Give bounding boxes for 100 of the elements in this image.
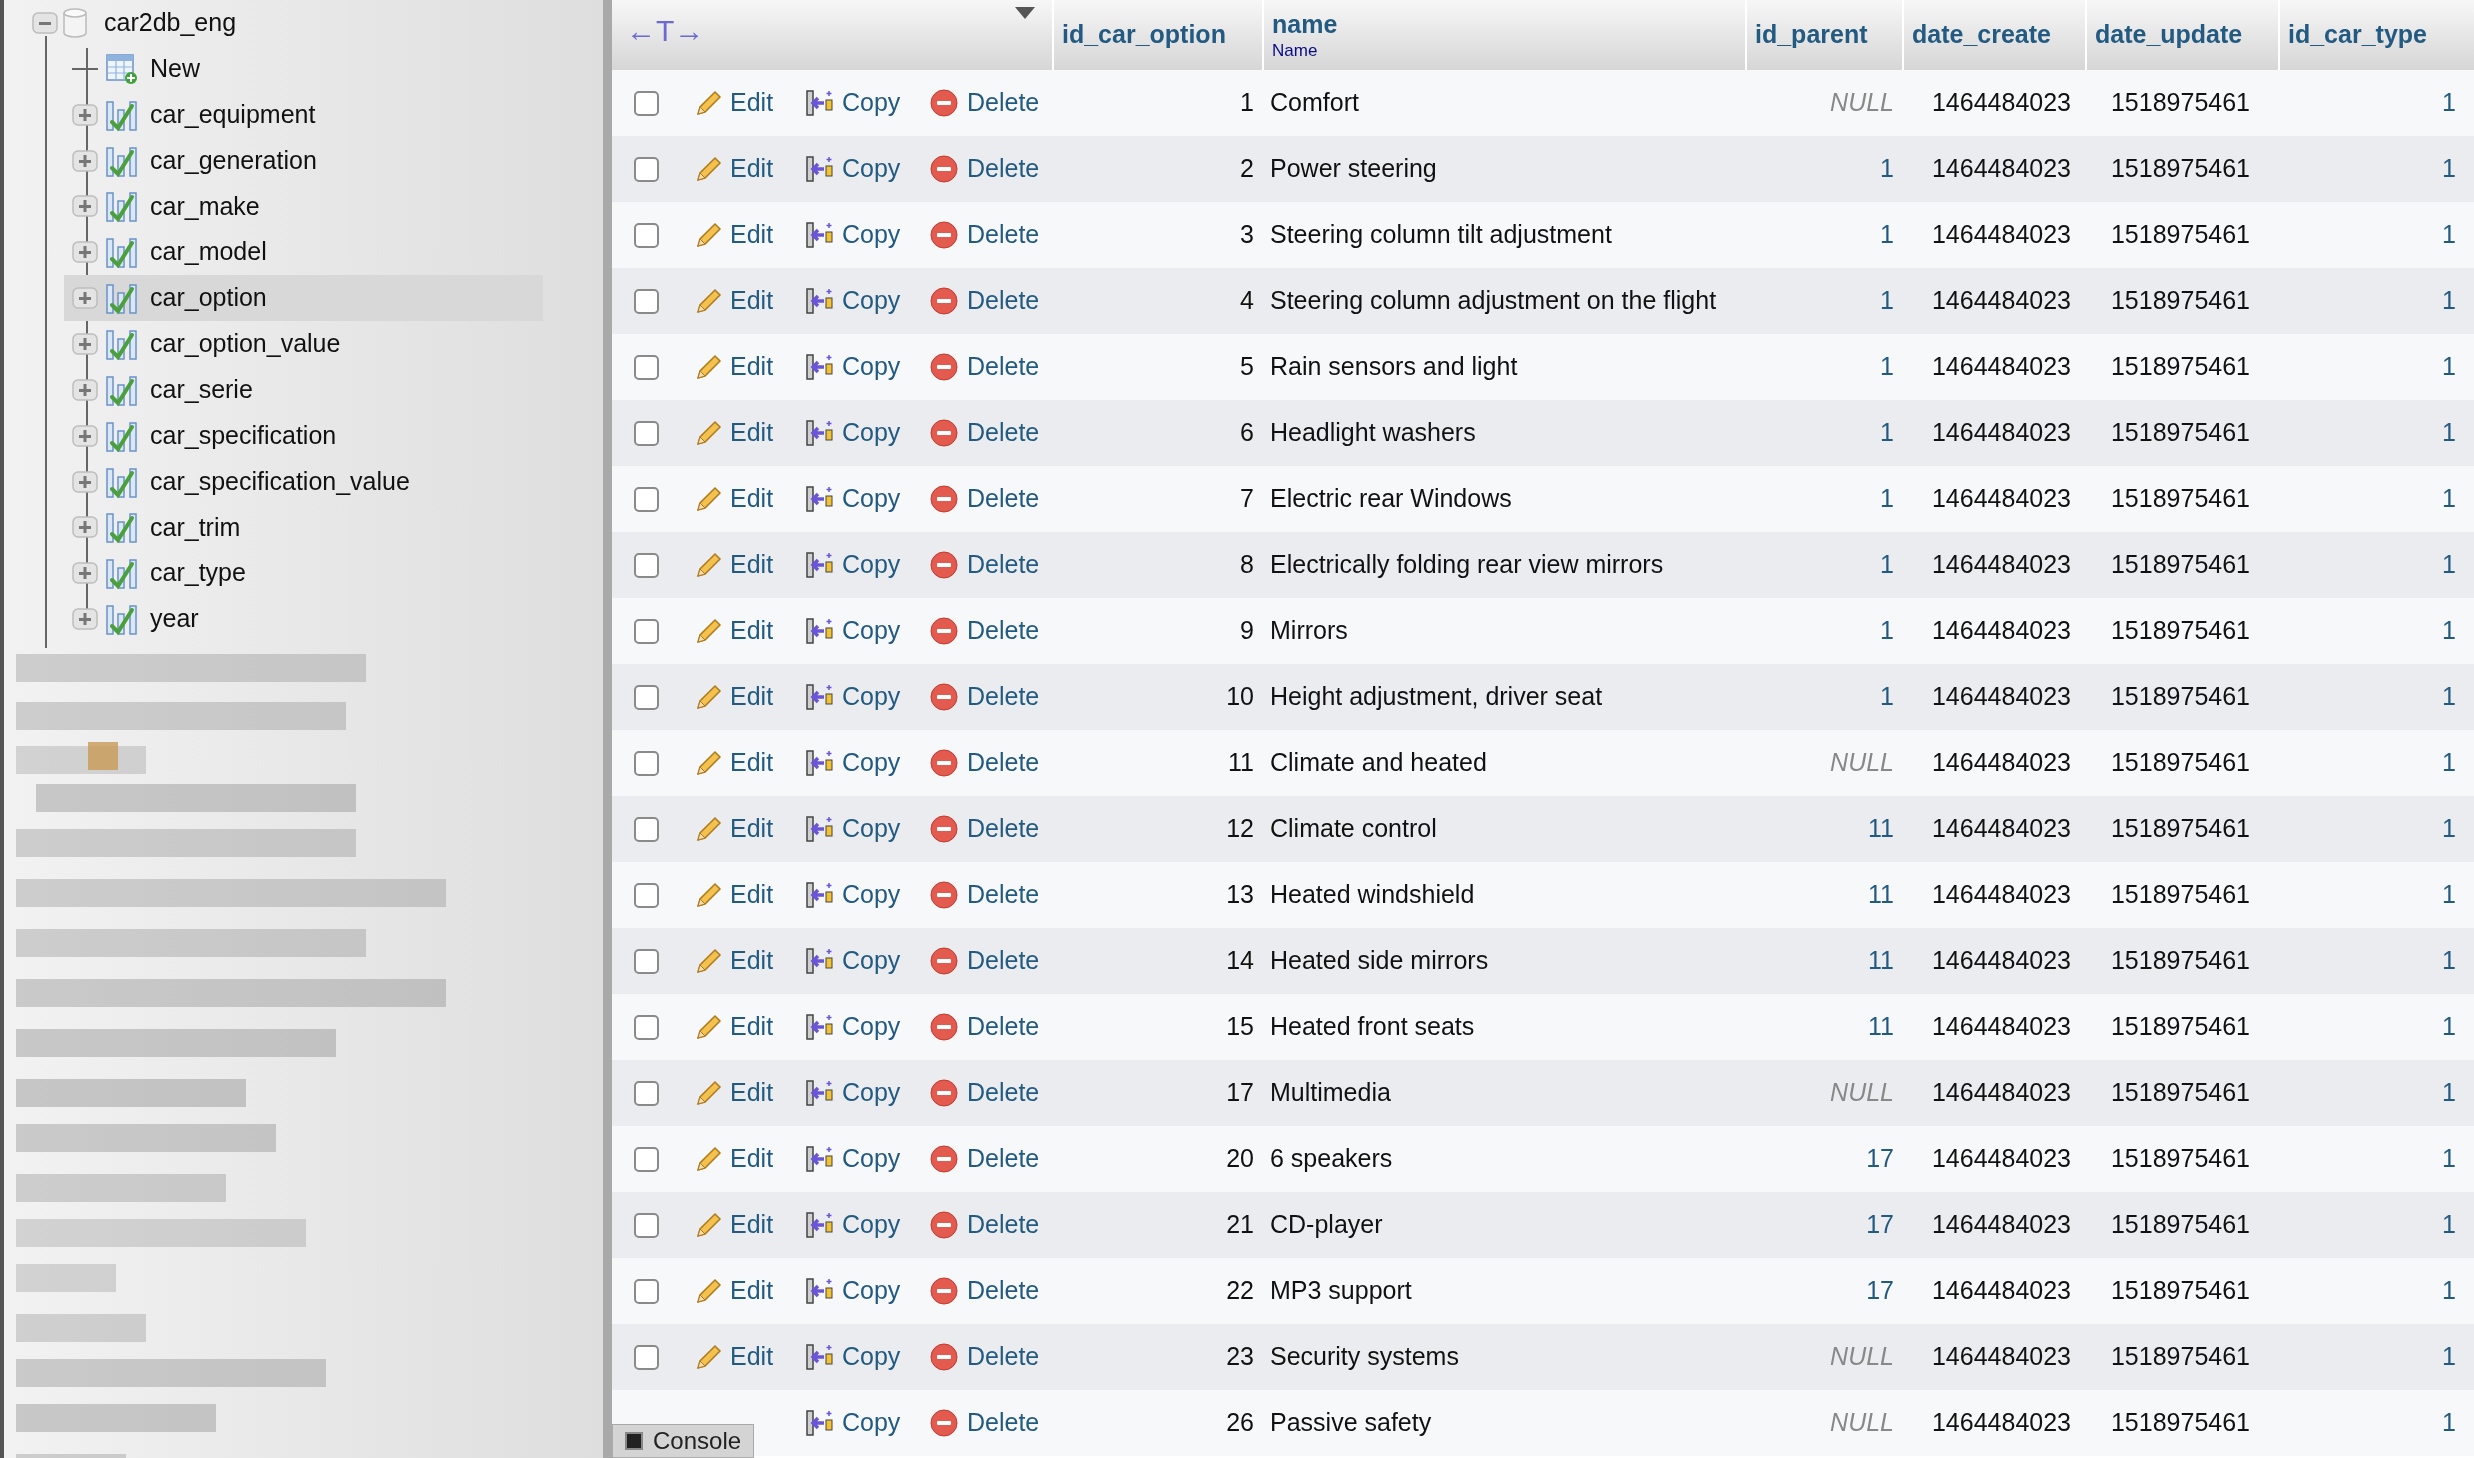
copy-link[interactable]: Copy [842,1008,901,1046]
column-toggle[interactable]: ←T→ [626,7,705,53]
delete-link[interactable]: Delete [967,1404,1040,1442]
table-link[interactable]: car_specification_value [150,462,410,501]
table-link[interactable]: car_generation [150,141,317,180]
row-checkbox[interactable] [633,618,659,644]
row-checkbox[interactable] [633,816,659,842]
row-checkbox[interactable] [633,1014,659,1040]
row-checkbox[interactable] [633,354,659,380]
table-link[interactable]: car_trim [150,508,241,547]
expand-icon[interactable] [72,195,98,218]
type-id-link[interactable]: 1 [2442,876,2456,914]
copy-link[interactable]: Copy [842,414,901,452]
table-link[interactable]: car_type [150,554,246,592]
dropdown-icon[interactable] [1014,6,1036,20]
row-checkbox[interactable] [633,486,659,512]
delete-link[interactable]: Delete [967,612,1040,650]
type-id-link[interactable]: 1 [2442,546,2456,584]
column-header[interactable]: name [1272,8,1737,40]
console-button[interactable]: Console [612,1424,755,1458]
type-id-link[interactable]: 1 [2442,216,2456,254]
copy-link[interactable]: Copy [842,216,901,254]
parent-id-link[interactable]: 1 [1880,348,1894,386]
expand-icon[interactable] [72,516,98,539]
table-link[interactable]: car_option [150,279,267,317]
edit-link[interactable]: Edit [730,612,774,650]
type-id-link[interactable]: 1 [2442,612,2456,650]
type-id-link[interactable]: 1 [2442,414,2456,452]
type-id-link[interactable]: 1 [2442,1338,2456,1376]
copy-link[interactable]: Copy [842,150,901,188]
table-link[interactable]: car_specification [150,416,337,455]
edit-link[interactable]: Edit [730,744,774,782]
expand-icon[interactable] [72,424,98,447]
database-name[interactable]: car2db_eng [104,4,237,42]
expand-icon[interactable] [72,562,98,585]
row-checkbox[interactable] [633,882,659,908]
edit-link[interactable]: Edit [730,1074,774,1112]
copy-link[interactable]: Copy [842,480,901,518]
type-id-link[interactable]: 1 [2442,1206,2456,1244]
parent-id-link[interactable]: 1 [1880,150,1894,188]
expand-icon[interactable] [72,241,98,264]
edit-link[interactable]: Edit [730,1338,774,1376]
edit-link[interactable]: Edit [730,480,774,518]
delete-link[interactable]: Delete [967,1338,1040,1376]
type-id-link[interactable]: 1 [2442,1404,2456,1442]
copy-link[interactable]: Copy [842,282,901,320]
column-header[interactable]: date_create [1912,19,2077,51]
row-checkbox[interactable] [633,420,659,446]
collapse-icon[interactable] [32,11,58,34]
column-header[interactable]: id_parent [1755,19,1894,51]
edit-link[interactable]: Edit [730,810,774,848]
delete-link[interactable]: Delete [967,480,1040,518]
parent-id-link[interactable]: 11 [1868,876,1894,914]
expand-icon[interactable] [72,287,98,310]
type-id-link[interactable]: 1 [2442,1008,2456,1046]
edit-link[interactable]: Edit [730,876,774,914]
parent-id-link[interactable]: 17 [1866,1140,1894,1178]
expand-icon[interactable] [72,103,98,126]
parent-id-link[interactable]: 1 [1880,282,1894,320]
copy-link[interactable]: Copy [842,612,901,650]
type-id-link[interactable]: 1 [2442,348,2456,386]
delete-link[interactable]: Delete [967,282,1040,320]
copy-link[interactable]: Copy [842,546,901,584]
edit-link[interactable]: Edit [730,1206,774,1244]
parent-id-link[interactable]: 11 [1868,1008,1894,1046]
row-checkbox[interactable] [633,90,659,116]
delete-link[interactable]: Delete [967,942,1040,980]
parent-id-link[interactable]: 1 [1880,414,1894,452]
edit-link[interactable]: Edit [730,414,774,452]
type-id-link[interactable]: 1 [2442,678,2456,716]
expand-icon[interactable] [72,332,98,355]
edit-link[interactable]: Edit [730,216,774,254]
delete-link[interactable]: Delete [967,348,1040,386]
copy-link[interactable]: Copy [842,1404,901,1442]
copy-link[interactable]: Copy [842,1272,901,1310]
delete-link[interactable]: Delete [967,414,1040,452]
copy-link[interactable]: Copy [842,348,901,386]
type-id-link[interactable]: 1 [2442,810,2456,848]
copy-link[interactable]: Copy [842,1140,901,1178]
type-id-link[interactable]: 1 [2442,1272,2456,1310]
column-header[interactable]: date_update [2095,19,2270,51]
delete-link[interactable]: Delete [967,1074,1040,1112]
type-id-link[interactable]: 1 [2442,942,2456,980]
row-checkbox[interactable] [633,948,659,974]
copy-link[interactable]: Copy [842,1074,901,1112]
edit-link[interactable]: Edit [730,282,774,320]
parent-id-link[interactable]: 1 [1880,612,1894,650]
type-id-link[interactable]: 1 [2442,282,2456,320]
expand-icon[interactable] [72,608,98,631]
edit-link[interactable]: Edit [730,84,774,122]
new-table-link[interactable]: New [150,50,200,88]
copy-link[interactable]: Copy [842,1338,901,1376]
row-checkbox[interactable] [633,1080,659,1106]
copy-link[interactable]: Copy [842,1206,901,1244]
parent-id-link[interactable]: 11 [1868,810,1894,848]
copy-link[interactable]: Copy [842,678,901,716]
row-checkbox[interactable] [633,222,659,248]
delete-link[interactable]: Delete [967,678,1040,716]
type-id-link[interactable]: 1 [2442,744,2456,782]
delete-link[interactable]: Delete [967,1140,1040,1178]
